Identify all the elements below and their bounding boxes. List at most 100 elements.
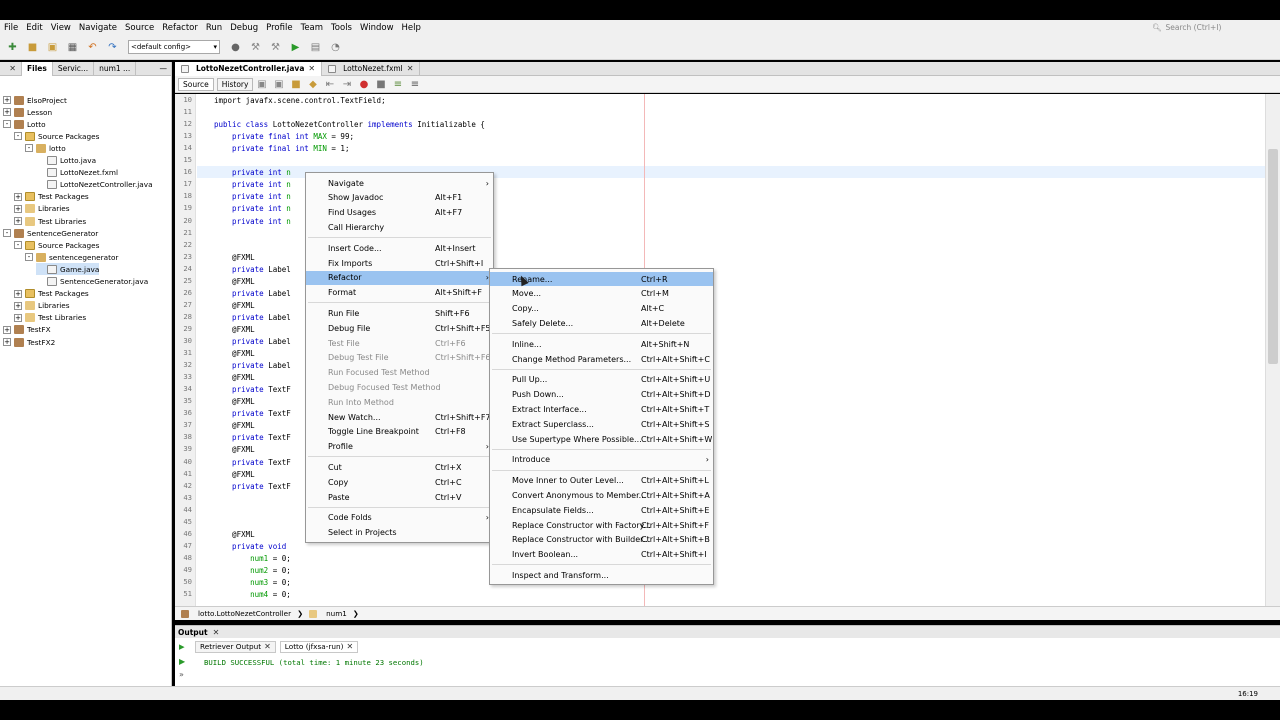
new-file-icon[interactable]: ✚: [4, 39, 21, 56]
undo-icon[interactable]: ↶: [84, 39, 101, 56]
uncomment-icon[interactable]: ≡: [406, 76, 423, 93]
record-macro-icon[interactable]: ●: [355, 76, 372, 93]
tab-navigator[interactable]: num1 ...: [94, 61, 137, 76]
forward-icon[interactable]: ▣: [270, 76, 287, 93]
stop-macro-icon[interactable]: ■: [372, 76, 389, 93]
tab-lottonezetcontroller-java[interactable]: LottoNezetController.java ✕: [175, 61, 323, 76]
menu-tools[interactable]: Tools: [327, 23, 356, 33]
menu-item-insert-code[interactable]: Insert Code... Alt+Insert: [306, 241, 493, 255]
menu-item-encapsulate-fields[interactable]: Encapsulate Fields... Ctrl+Alt+Shift+E: [490, 503, 713, 517]
menu-file[interactable]: File: [0, 23, 22, 33]
find-icon[interactable]: ■: [287, 76, 304, 93]
projects-tab-close[interactable]: ✕: [0, 61, 22, 76]
tree-item-sentencegenerator[interactable]: - SentenceGenerator: [3, 227, 98, 239]
tree-item-source-packages[interactable]: - Source Packages: [14, 130, 99, 142]
toggle-bookmark-icon[interactable]: ◆: [304, 76, 321, 93]
menu-source[interactable]: Source: [121, 23, 158, 33]
tree-item-lotto-java[interactable]: Lotto.java: [36, 155, 96, 167]
config-select[interactable]: <default config> ▾: [128, 40, 220, 54]
menu-item-push-down[interactable]: Push Down... Ctrl+Alt+Shift+D: [490, 388, 713, 402]
run-icon[interactable]: ▶: [287, 39, 304, 56]
menu-item-profile[interactable]: Profile ›: [306, 440, 493, 454]
menu-item-move[interactable]: Move... Ctrl+M: [490, 287, 713, 301]
tree-item-game-java[interactable]: Game.java: [36, 263, 100, 276]
redo-icon[interactable]: ↷: [104, 39, 121, 56]
close-icon[interactable]: ✕: [264, 642, 271, 651]
save-all-icon[interactable]: ▦: [64, 39, 81, 56]
tab-files[interactable]: Files: [22, 61, 53, 76]
menu-item-format[interactable]: Format Alt+Shift+F: [306, 286, 493, 300]
shift-left-icon[interactable]: ⇤: [321, 76, 338, 93]
collapse-icon[interactable]: -: [14, 132, 22, 141]
menu-item-invert-boolean[interactable]: Invert Boolean... Ctrl+Alt+Shift+I: [490, 548, 713, 562]
menu-help[interactable]: Help: [398, 23, 425, 33]
breadcrumb-field[interactable]: num1: [326, 609, 347, 618]
tab-lottonezet-fxml[interactable]: LottoNezet.fxml ✕: [322, 61, 421, 76]
menu-item-debug-file[interactable]: Debug File Ctrl+Shift+F5: [306, 321, 493, 335]
menu-edit[interactable]: Edit: [22, 23, 46, 33]
collapse-icon[interactable]: -: [3, 120, 11, 129]
menu-item-toggle-line-breakpoint[interactable]: Toggle Line Breakpoint Ctrl+F8: [306, 425, 493, 439]
menu-item-run-file[interactable]: Run File Shift+F6: [306, 306, 493, 320]
globe-icon[interactable]: ●: [227, 39, 244, 56]
rerun-icon[interactable]: ▶: [179, 657, 185, 666]
breadcrumb-class[interactable]: lotto.LottoNezetController: [198, 609, 291, 618]
tree-item-libraries[interactable]: + Libraries: [14, 203, 70, 215]
expand-icon[interactable]: +: [3, 108, 11, 117]
expand-icon[interactable]: +: [14, 301, 22, 310]
menu-item-fix-imports[interactable]: Fix Imports Ctrl+Shift+I: [306, 256, 493, 270]
tree-item-test-packages[interactable]: + Test Packages: [14, 288, 89, 300]
rerun-icon[interactable]: ▶: [179, 642, 185, 651]
menu-item-convert-anonymous-to-member[interactable]: Convert Anonymous to Member... Ctrl+Alt+S…: [490, 488, 713, 502]
menu-item-introduce[interactable]: Introduce ›: [490, 453, 713, 467]
collapse-icon[interactable]: -: [25, 253, 33, 262]
tree-item-source-packages[interactable]: - Source Packages: [14, 239, 99, 251]
menu-window[interactable]: Window: [356, 23, 398, 33]
tree-item-lottonezetcontroller-java[interactable]: LottoNezetController.java: [36, 179, 153, 191]
menu-navigate[interactable]: Navigate: [75, 23, 121, 33]
close-icon[interactable]: ✕: [308, 64, 315, 73]
menu-item-inspect-and-transform[interactable]: Inspect and Transform...: [490, 568, 713, 582]
menu-item-pull-up[interactable]: Pull Up... Ctrl+Alt+Shift+U: [490, 373, 713, 387]
profile-icon[interactable]: ◔: [327, 39, 344, 56]
expand-icon[interactable]: »: [179, 670, 184, 679]
menu-item-refactor[interactable]: Refactor ›: [306, 270, 493, 285]
menu-item-extract-superclass[interactable]: Extract Superclass... Ctrl+Alt+Shift+S: [490, 417, 713, 431]
expand-icon[interactable]: +: [14, 217, 22, 225]
collapse-icon[interactable]: -: [3, 229, 11, 238]
tree-item-lottonezet-fxml[interactable]: LottoNezet.fxml: [36, 167, 118, 179]
tree-item-libraries[interactable]: + Libraries: [14, 300, 70, 312]
menu-run[interactable]: Run: [202, 23, 226, 33]
build-icon[interactable]: ⚒: [247, 39, 264, 56]
menu-item-copy[interactable]: Copy... Alt+C: [490, 302, 713, 316]
menu-item-safely-delete[interactable]: Safely Delete... Alt+Delete: [490, 316, 713, 330]
menu-refactor[interactable]: Refactor: [158, 23, 202, 33]
menu-item-cut[interactable]: Cut Ctrl+X: [306, 460, 493, 474]
menu-item-paste[interactable]: Paste Ctrl+V: [306, 490, 493, 504]
expand-icon[interactable]: +: [14, 289, 22, 298]
menu-item-navigate[interactable]: Navigate ›: [306, 176, 493, 190]
close-icon[interactable]: ✕: [407, 64, 414, 73]
menu-item-test-file[interactable]: Test File Ctrl+F6: [306, 336, 493, 350]
menu-item-move-inner-to-outer-level[interactable]: Move Inner to Outer Level... Ctrl+Alt+Shi…: [490, 474, 713, 488]
menu-item-show-javadoc[interactable]: Show Javadoc Alt+F1: [306, 191, 493, 205]
shift-right-icon[interactable]: ⇥: [338, 76, 355, 93]
tab-source[interactable]: Source: [178, 77, 214, 91]
menu-item-find-usages[interactable]: Find Usages Alt+F7: [306, 206, 493, 220]
menu-item-code-folds[interactable]: Code Folds ›: [306, 511, 493, 525]
minimize-icon[interactable]: —: [160, 64, 172, 73]
tab-lotto-run[interactable]: Lotto (jfxsa-run) ✕: [279, 640, 359, 653]
debug-icon[interactable]: ▤: [307, 39, 324, 56]
tree-item-test-libraries[interactable]: + Test Libraries: [14, 312, 86, 324]
tree-item-test-libraries[interactable]: + Test Libraries: [14, 215, 86, 227]
tree-item-lotto[interactable]: - Lotto: [3, 118, 46, 130]
tab-history[interactable]: History: [216, 77, 254, 91]
new-project-icon[interactable]: ■: [24, 39, 41, 56]
collapse-icon[interactable]: -: [25, 144, 33, 153]
menu-item-debug-focused-test-method[interactable]: Debug Focused Test Method: [306, 380, 493, 394]
menu-item-run-into-method[interactable]: Run Into Method: [306, 395, 493, 409]
search-box[interactable]: 🔍︎ Search (Ctrl+I): [1148, 20, 1280, 35]
menu-item-run-focused-test-method[interactable]: Run Focused Test Method: [306, 366, 493, 380]
menu-item-inline[interactable]: Inline... Alt+Shift+N: [490, 337, 713, 351]
expand-icon[interactable]: +: [14, 192, 22, 201]
